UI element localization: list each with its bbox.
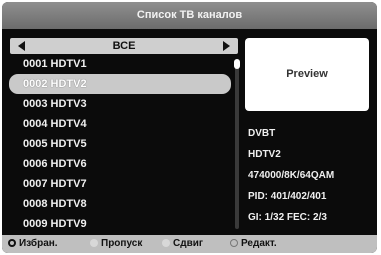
group-selector[interactable]: ВСЕ (10, 38, 238, 54)
skip-hint[interactable]: Пропуск (90, 235, 142, 253)
info-pid: PID: 401/402/401 (248, 191, 327, 202)
footer-bar: Избран. Пропуск Сдвиг Редакт. (2, 235, 377, 253)
channel-row[interactable]: 0007 HDTV7 (19, 174, 231, 194)
favorites-label: Избран. (19, 238, 58, 249)
channel-row[interactable]: 0005 HDTV5 (19, 134, 231, 154)
channel-row[interactable]: 0004 HDTV4 (19, 114, 231, 134)
edit-color-key-icon (230, 239, 238, 247)
channel-list: 0001 HDTV1 0002 HDTV2 0003 HDTV3 0004 HD… (2, 54, 242, 235)
channel-row-selected[interactable]: 0002 HDTV2 (9, 74, 231, 94)
favorites-hint[interactable]: Избран. (8, 235, 58, 253)
edit-label: Редакт. (241, 238, 277, 249)
move-color-key-icon (162, 239, 170, 247)
preview-window: Preview (245, 38, 369, 111)
skip-label: Пропуск (101, 238, 143, 249)
channel-row[interactable]: 0008 HDTV8 (19, 194, 231, 214)
skip-color-key-icon (90, 239, 98, 247)
move-label: Сдвиг (173, 238, 204, 249)
channel-row[interactable]: 0009 HDTV9 (19, 214, 231, 234)
channel-row[interactable]: 0001 HDTV1 (19, 54, 231, 74)
arrow-right-icon[interactable] (223, 41, 230, 51)
info-gi-fec: GI: 1/32 FEC: 2/3 (248, 212, 327, 223)
screen-title: Список ТВ каналов (2, 2, 377, 29)
edit-hint[interactable]: Редакт. (230, 235, 277, 253)
channel-row[interactable]: 0006 HDTV6 (19, 154, 231, 174)
move-hint[interactable]: Сдвиг (162, 235, 203, 253)
channel-list-screen: Список ТВ каналов ВСЕ 0001 HDTV1 0002 HD… (2, 2, 377, 253)
channel-list-scrollbar[interactable] (234, 59, 240, 229)
info-type: DVBT (248, 128, 276, 139)
info-channel-name: HDTV2 (248, 149, 281, 160)
scrollbar-thumb[interactable] (234, 59, 240, 69)
info-tuning: 474000/8K/64QAM (248, 170, 335, 181)
group-selector-label: ВСЕ (112, 40, 136, 52)
ok-button-icon (8, 239, 16, 247)
channel-row[interactable]: 0003 HDTV3 (19, 94, 231, 114)
